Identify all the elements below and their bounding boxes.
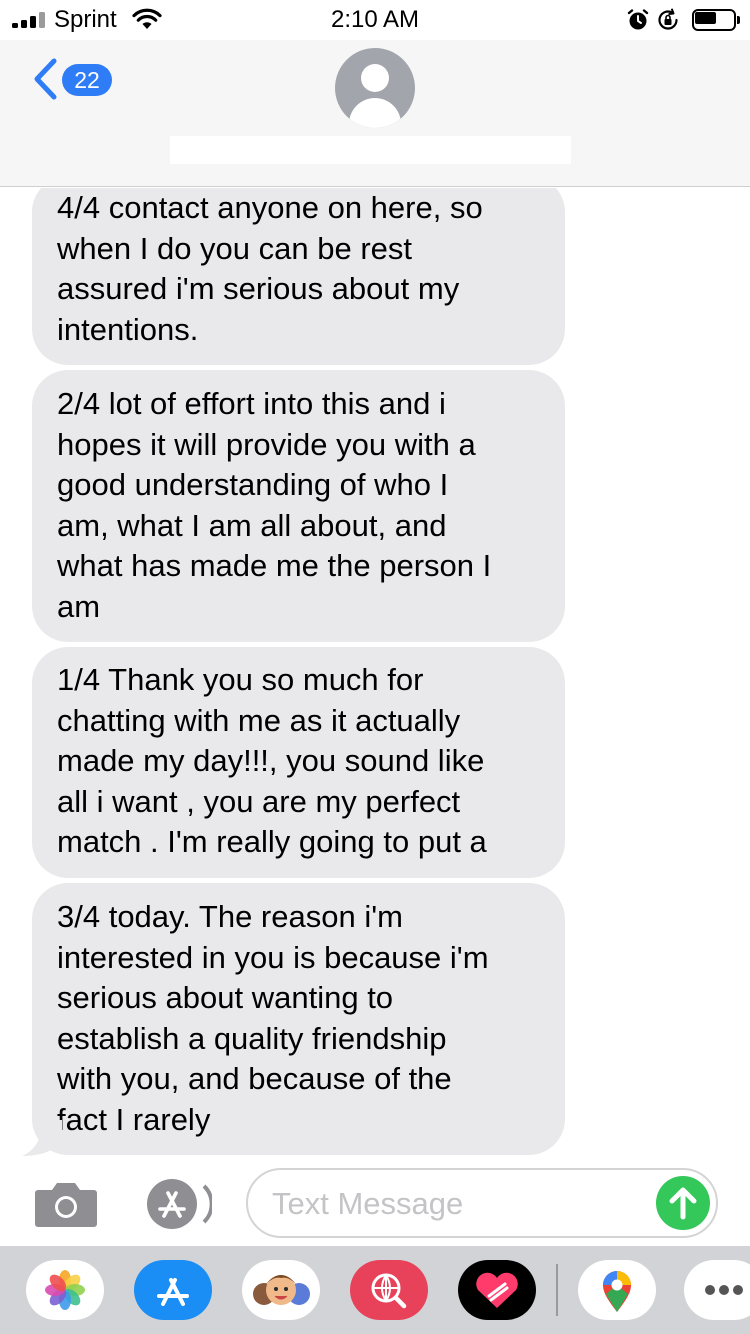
camera-icon[interactable] (34, 1180, 98, 1228)
message-bubble-incoming[interactable]: 1/4 Thank you so much for chatting with … (32, 647, 565, 878)
rotation-lock-icon (658, 8, 678, 30)
conversation-header: 22 (0, 40, 750, 187)
message-list[interactable]: 4/4 contact anyone on here, so when I do… (0, 188, 750, 1160)
message-text: 3/4 today. The reason i'm interested in … (57, 899, 489, 1137)
unread-count-badge: 22 (62, 64, 112, 96)
arrow-up-icon (669, 1187, 697, 1220)
more-icon (705, 1285, 743, 1295)
map-pin-icon (603, 1271, 631, 1312)
contact-name[interactable] (170, 136, 571, 164)
message-text: 4/4 contact anyone on here, so when I do… (57, 190, 483, 347)
alarm-icon (627, 9, 649, 30)
message-text: 1/4 Thank you so much for chatting with … (57, 662, 487, 860)
app-store-app-button[interactable] (134, 1260, 212, 1320)
battery-level-fill (695, 12, 716, 24)
message-text: 2/4 lot of effort into this and i hopes … (57, 386, 492, 624)
status-bar: Sprint 2:10 AM (0, 0, 750, 40)
bubble-tail (22, 1120, 62, 1156)
google-maps-app-button[interactable] (578, 1260, 656, 1320)
message-bubble-incoming[interactable]: 2/4 lot of effort into this and i hopes … (32, 370, 565, 642)
web-search-app-button[interactable] (350, 1260, 428, 1320)
photos-icon (45, 1270, 85, 1310)
digital-touch-app-button[interactable] (458, 1260, 536, 1320)
memoji-app-button[interactable] (242, 1260, 320, 1320)
more-apps-button[interactable] (684, 1260, 750, 1320)
app-store-icon[interactable] (140, 1178, 212, 1230)
heart-icon (476, 1272, 518, 1308)
photos-app-button[interactable] (26, 1260, 104, 1320)
globe-search-icon (371, 1273, 407, 1309)
app-store-icon (157, 1278, 189, 1306)
message-bubble-incoming[interactable]: 3/4 today. The reason i'm interested in … (32, 883, 565, 1155)
person-silhouette-icon (361, 64, 389, 92)
memoji-icon (253, 1275, 310, 1305)
battery-icon (692, 9, 742, 31)
send-button[interactable] (656, 1176, 710, 1230)
imessage-app-drawer (0, 1246, 750, 1334)
chevron-left-icon (34, 58, 57, 100)
message-bubble-incoming[interactable]: 4/4 contact anyone on here, so when I do… (32, 188, 565, 365)
back-button[interactable]: 22 (30, 56, 120, 102)
text-message-input[interactable] (272, 1180, 632, 1228)
contact-avatar[interactable] (335, 48, 415, 128)
compose-bar (0, 1160, 750, 1246)
text-message-field[interactable] (246, 1168, 718, 1238)
drawer-divider (556, 1264, 558, 1316)
